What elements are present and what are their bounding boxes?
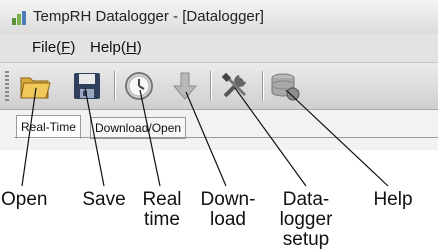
floppy-disk-icon[interactable]	[70, 69, 104, 103]
window-title: TempRH Datalogger - [Datalogger]	[33, 8, 264, 25]
tab-download-open[interactable]: Download/Open	[90, 117, 187, 139]
toolbar-separator	[114, 71, 115, 101]
tab-real-time[interactable]: Real-Time	[16, 115, 81, 139]
callout-setup: Data- logger setup	[274, 190, 338, 250]
callout-save: Save	[77, 190, 131, 210]
toolbar-grip[interactable]	[5, 71, 9, 101]
callout-text: time	[144, 209, 180, 230]
callout-text: logger	[279, 209, 333, 230]
callout-text: Data-	[282, 189, 330, 210]
callout-text: Real	[142, 189, 182, 210]
callout-text: Open	[1, 189, 48, 210]
tools-icon[interactable]	[218, 69, 252, 103]
callout-download: Down- load	[198, 190, 258, 230]
application-window: TempRH Datalogger - [Datalogger] File(F)…	[0, 0, 438, 150]
folder-icon[interactable]	[18, 69, 52, 103]
callout-help: Help	[368, 190, 418, 210]
toolbar	[0, 63, 438, 110]
toolbar-separator	[262, 71, 263, 101]
title-bar: TempRH Datalogger - [Datalogger]	[0, 0, 438, 34]
datalogger-app-icon	[12, 11, 26, 25]
tab-panel-border	[14, 137, 438, 138]
menu-help[interactable]: Help(H)	[90, 39, 142, 56]
menu-file[interactable]: File(F)	[32, 39, 75, 56]
callout-text: Save	[82, 189, 126, 210]
database-help-icon[interactable]	[268, 69, 302, 103]
callout-text: setup	[282, 229, 330, 250]
callout-realtime: Real time	[140, 190, 184, 230]
clock-icon[interactable]	[122, 69, 156, 103]
tab-strip: Real-Time Download/Open	[0, 110, 438, 150]
callout-text: Help	[373, 189, 413, 210]
menu-bar: File(F) Help(H)	[0, 34, 438, 63]
callout-open: Open	[1, 189, 48, 210]
callout-text: load	[210, 209, 246, 230]
callout-text: Down-	[200, 189, 256, 210]
down-arrow-icon[interactable]	[168, 69, 202, 103]
toolbar-separator	[210, 71, 211, 101]
